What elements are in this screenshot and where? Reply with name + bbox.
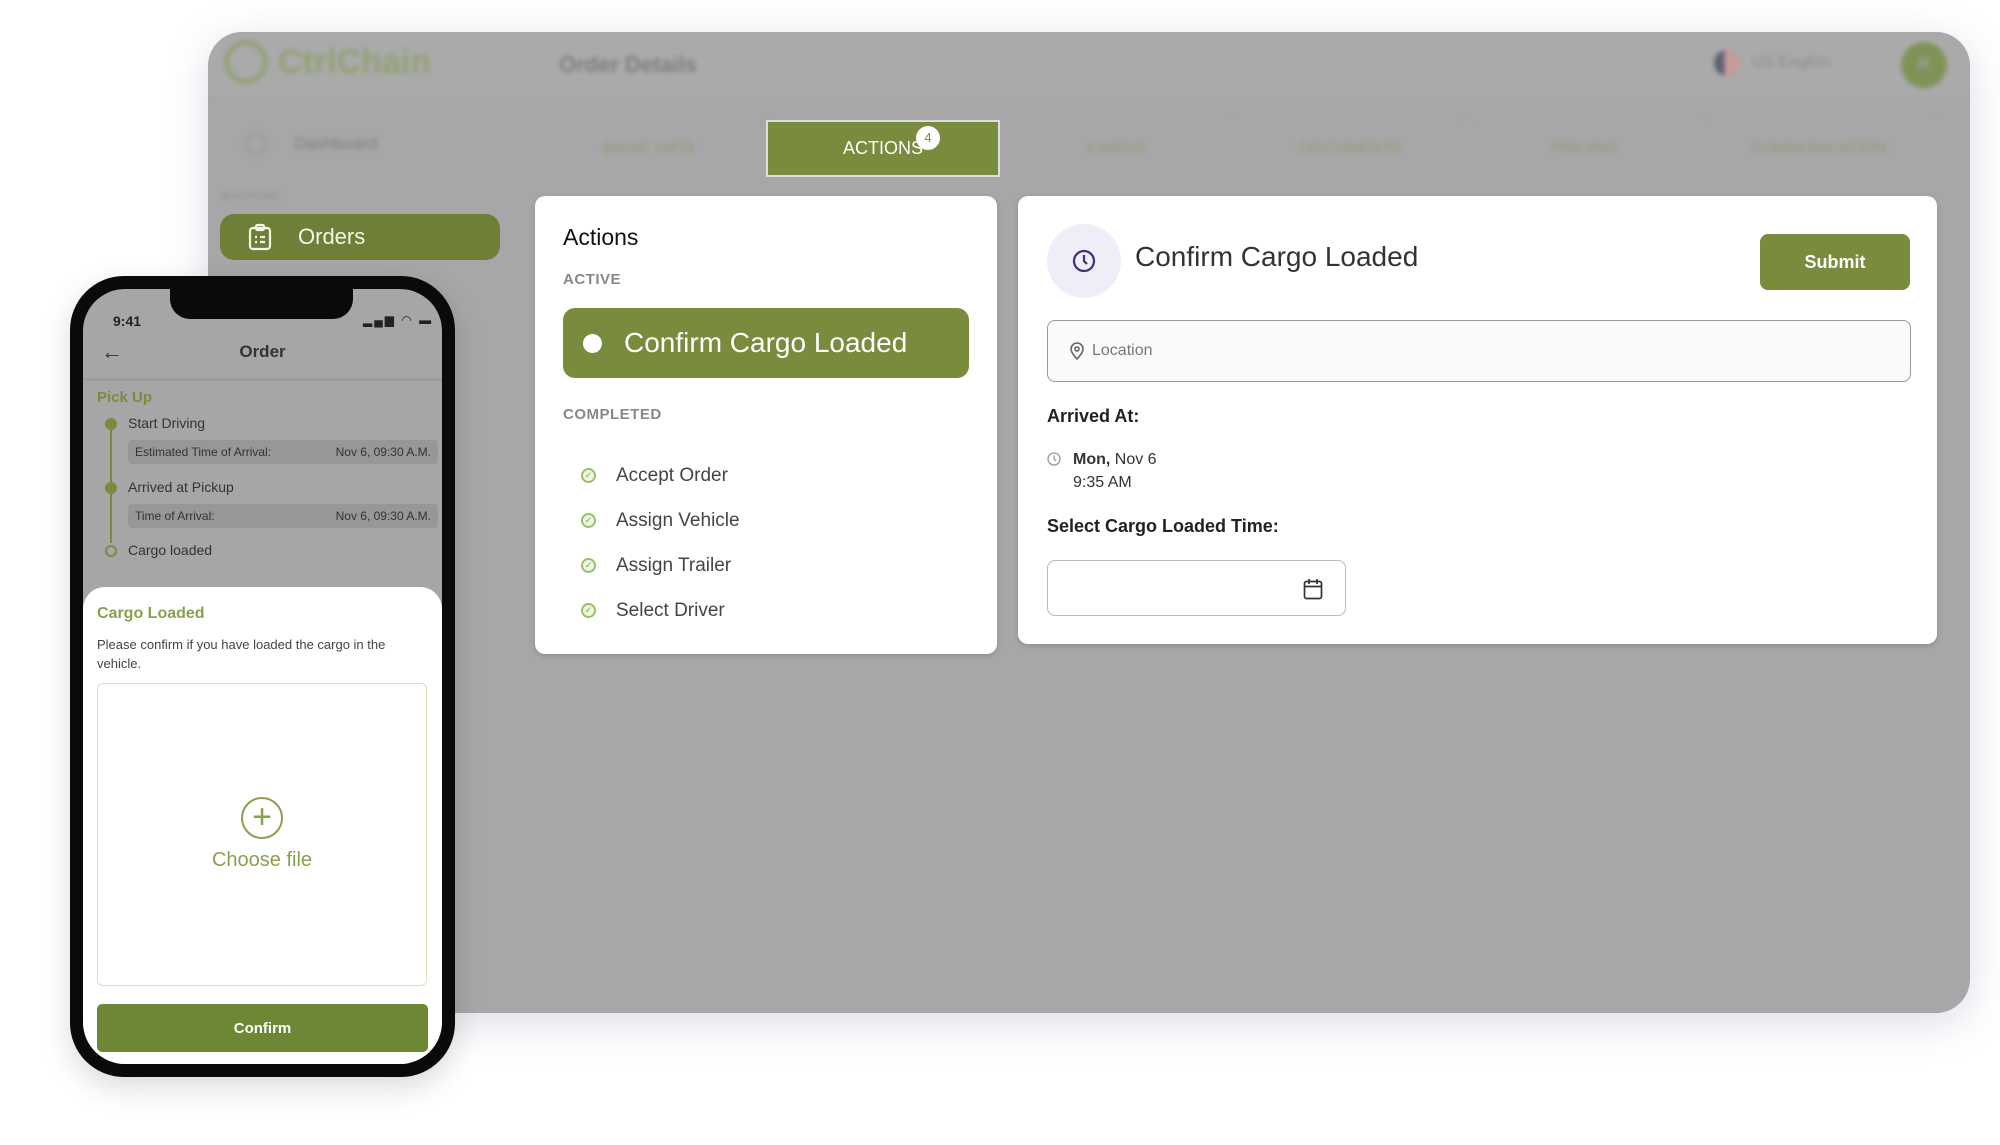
sidebar-item-label: Dashboard (294, 134, 378, 153)
completed-item[interactable]: ✓ Select Driver (563, 588, 969, 633)
app-name: CtrlChain (278, 42, 431, 81)
active-section-label: ACTIVE (563, 271, 622, 288)
clock-icon (1047, 224, 1121, 298)
tab-bar: BASIC INFO ACTIONS 4 CARGO DOCUMENTS PRIC… (532, 120, 1936, 177)
timeline-dot (105, 482, 117, 494)
phone-notch (170, 289, 353, 319)
calendar-icon[interactable] (1303, 578, 1323, 600)
top-bar: CtrlChain Order Details US English R (208, 32, 1970, 96)
clipboard-icon (248, 223, 272, 251)
detail-title: Confirm Cargo Loaded (1135, 241, 1419, 272)
active-action-item[interactable]: Confirm Cargo Loaded (563, 308, 969, 378)
sidebar-section-label: BOOKING (222, 190, 281, 202)
language-label: US English (1752, 54, 1832, 71)
tab-documents[interactable]: DOCUMENTS (1234, 120, 1468, 177)
location-placeholder: Location (1092, 342, 1153, 359)
timeline-dot (105, 418, 117, 430)
file-upload-area[interactable]: + Choose file (97, 683, 427, 986)
page-title: Order Details (559, 52, 698, 77)
tab-cargo[interactable]: CARGO (1000, 120, 1234, 177)
sheet-description: Please confirm if you have loaded the ca… (97, 637, 386, 671)
timeline-dot-open (105, 545, 117, 557)
logo-icon (224, 40, 268, 84)
language-selector[interactable]: US English (1714, 50, 1831, 76)
tab-communication[interactable]: COMMUNICATION (1702, 120, 1936, 177)
completed-item[interactable]: ✓ Assign Vehicle (563, 498, 969, 543)
step-label: Arrived at Pickup (128, 479, 234, 495)
arrived-at-value: Mon, Nov 6 9:35 AM (1073, 448, 1157, 494)
confirm-button[interactable]: Confirm (97, 1004, 428, 1052)
location-pin-icon (1070, 342, 1084, 360)
arrived-time: 9:35 AM (1073, 474, 1132, 491)
phone-screen: 9:41 ▂▄▆ ◠ ▬ ← Order Pick Up Start Drivi… (83, 289, 442, 1064)
item-label: Assign Trailer (616, 554, 732, 576)
step-label: Start Driving (128, 415, 206, 431)
item-label: Accept Order (616, 464, 728, 486)
us-flag-icon (1714, 50, 1740, 76)
tab-basic-info[interactable]: BASIC INFO (532, 120, 766, 177)
completed-section-label: COMPLETED (563, 406, 662, 423)
completed-item[interactable]: ✓ Assign Trailer (563, 543, 969, 588)
tab-pricing[interactable]: PRICING (1468, 120, 1702, 177)
step-info: Time of Arrival: Nov 6, 09:30 A.M. (128, 504, 438, 528)
count-badge: 4 (916, 126, 940, 150)
actions-title: Actions (563, 224, 639, 250)
sheet-title: Cargo Loaded (97, 605, 205, 622)
info-label: Estimated Time of Arrival: (135, 445, 272, 459)
choose-file-label: Choose file (211, 849, 313, 871)
sidebar-item-orders[interactable]: Orders (220, 214, 500, 260)
submit-button[interactable]: Submit (1760, 234, 1910, 290)
completed-item[interactable]: ✓ Accept Order (563, 453, 969, 498)
check-circle-icon: ✓ (581, 603, 596, 618)
item-label: Select Driver (616, 599, 725, 621)
dashboard-icon (244, 132, 268, 156)
sidebar-item-label: Orders (298, 224, 366, 249)
action-detail-card: Confirm Cargo Loaded Submit Location Arr… (1018, 196, 1937, 644)
clock-icon (1047, 452, 1061, 466)
pickup-section-title: Pick Up (97, 389, 153, 406)
check-circle-icon: ✓ (581, 558, 596, 573)
plus-circle-icon: + (241, 797, 283, 839)
phone-header: ← Order (83, 327, 442, 381)
step-label: Cargo loaded (128, 542, 213, 558)
info-value: Nov 6, 09:30 A.M. (335, 445, 431, 459)
tab-label: ACTIONS (842, 138, 923, 158)
arrived-at-label: Arrived At: (1047, 406, 1140, 426)
phone-mockup: 9:41 ▂▄▆ ◠ ▬ ← Order Pick Up Start Drivi… (70, 276, 455, 1077)
completed-list: ✓ Accept Order ✓ Assign Vehicle ✓ Assign Tr… (563, 453, 969, 633)
actions-card: Actions ACTIVE Confirm Cargo Loaded COMP… (535, 196, 997, 654)
status-icons: ▂▄▆ ◠ ▬ (363, 313, 434, 327)
info-label: Time of Arrival: (135, 509, 215, 523)
item-label: Assign Vehicle (616, 509, 740, 531)
cargo-time-label: Select Cargo Loaded Time: (1047, 516, 1279, 536)
logo[interactable]: CtrlChain (224, 40, 431, 84)
tab-actions[interactable]: ACTIONS 4 (766, 120, 1000, 177)
check-circle-icon: ✓ (581, 468, 596, 483)
arrived-date: Nov 6 (1110, 451, 1157, 468)
action-label: Confirm Cargo Loaded (624, 327, 908, 358)
location-input[interactable]: Location (1047, 320, 1911, 382)
avatar[interactable]: R (1901, 42, 1947, 88)
radio-icon (583, 333, 602, 353)
phone-title: Order (239, 342, 286, 361)
step-info: Estimated Time of Arrival: Nov 6, 09:30 A… (128, 440, 438, 464)
check-circle-icon: ✓ (581, 513, 596, 528)
sidebar-item-dashboard[interactable]: Dashboard (244, 132, 377, 156)
arrived-day: Mon, (1073, 451, 1111, 468)
info-value: Nov 6, 09:30 A.M. (335, 509, 431, 523)
cargo-loaded-sheet: Cargo Loaded Please confirm if you have … (83, 587, 442, 1064)
cargo-time-picker[interactable] (1047, 560, 1346, 616)
